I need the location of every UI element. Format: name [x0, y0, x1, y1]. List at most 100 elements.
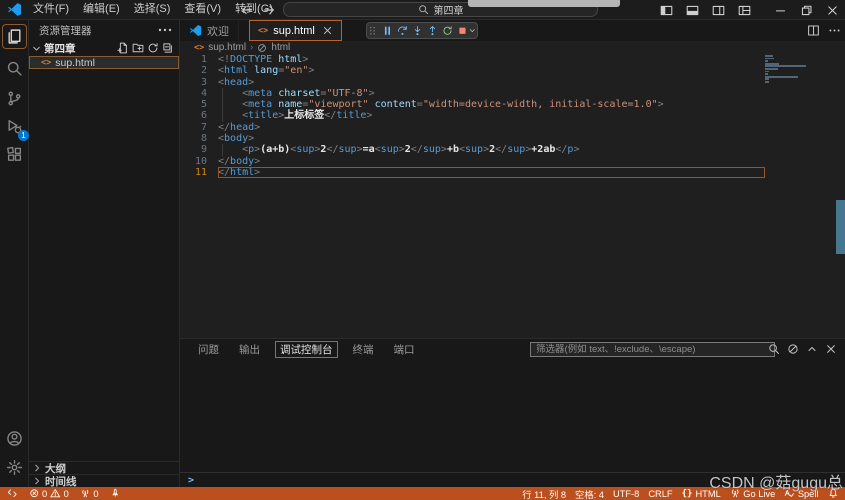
indent-guide: [222, 144, 223, 155]
panel-tab-终端[interactable]: 终端: [348, 341, 379, 358]
collapse-all-icon[interactable]: [162, 42, 174, 54]
eol-indicator[interactable]: CRLF: [648, 489, 672, 499]
code-line[interactable]: 3<head>: [180, 77, 845, 88]
code-line[interactable]: 5 <meta name="viewport" content="width=d…: [180, 99, 845, 110]
explorer-activity-button[interactable]: [2, 24, 27, 49]
pause-icon[interactable]: [382, 25, 393, 37]
maximize-panel-icon[interactable]: [806, 343, 818, 355]
sidebar-section-时间线[interactable]: 时间线: [29, 474, 179, 487]
editor-tab-bar: 欢迎 <>sup.html: [180, 20, 845, 41]
file-item-sup.html[interactable]: <>sup.html: [29, 56, 179, 69]
history-nav: [240, 0, 276, 20]
vscode-logo-icon: [189, 24, 202, 37]
code-line[interactable]: 2<html lang="en">: [180, 65, 845, 76]
problems-indicator[interactable]: 0 0: [29, 488, 69, 499]
chevron-down-icon[interactable]: [468, 26, 477, 35]
code-line[interactable]: 7</head>: [180, 122, 845, 133]
line-number: 11: [180, 167, 218, 178]
customize-layout-button[interactable]: [731, 0, 757, 20]
code-line[interactable]: 8<body>: [180, 133, 845, 144]
step-over-icon[interactable]: [397, 25, 408, 37]
drag-handle-icon[interactable]: [367, 25, 378, 37]
split-editor-icon[interactable]: [807, 24, 820, 37]
warning-icon: [50, 488, 61, 499]
forward-icon[interactable]: [262, 3, 276, 17]
code-line[interactable]: 1<!DOCTYPE html>: [180, 54, 845, 65]
sidebar-header: 资源管理器: [29, 20, 179, 40]
minimap-line: [765, 65, 806, 67]
code-line[interactable]: 11</html>: [180, 167, 845, 178]
minimap[interactable]: [765, 55, 829, 84]
port-count: 0: [93, 489, 98, 499]
code-line[interactable]: 10</body>: [180, 156, 845, 167]
error-count: 0: [42, 489, 47, 499]
layout-sidebar-left-icon: [660, 4, 673, 17]
refresh-icon[interactable]: [147, 42, 159, 54]
layout-sidebar-right-icon: [712, 4, 725, 17]
minimap-line: [765, 60, 768, 62]
step-out-icon[interactable]: [427, 25, 438, 37]
launch-indicator[interactable]: [110, 488, 121, 499]
panel-tab-问题[interactable]: 问题: [193, 341, 224, 358]
chevron-right-icon: [32, 476, 42, 486]
code-editor[interactable]: 1<!DOCTYPE html>2<html lang="en">3<head>…: [180, 54, 845, 338]
source-control-activity-button[interactable]: [2, 86, 27, 111]
code-line[interactable]: 4 <meta charset="UTF-8">: [180, 88, 845, 99]
new-file-icon[interactable]: [117, 42, 129, 54]
restore-button[interactable]: [793, 0, 819, 20]
extensions-activity-button[interactable]: [2, 142, 27, 167]
minimize-button[interactable]: [767, 0, 793, 20]
close-window-button[interactable]: [819, 0, 845, 20]
debug-filter-input[interactable]: [530, 342, 775, 357]
minimap-line: [765, 68, 778, 70]
code-line[interactable]: 6 <title>上标标签</title>: [180, 110, 845, 121]
back-icon[interactable]: [240, 3, 254, 17]
new-folder-icon[interactable]: [132, 42, 144, 54]
sidebar-section-大纲[interactable]: 大纲: [29, 461, 179, 474]
breadcrumb-item[interactable]: sup.html: [208, 42, 246, 53]
breadcrumb-item[interactable]: html: [271, 42, 290, 53]
close-panel-icon[interactable]: [825, 343, 837, 355]
menu-item[interactable]: 文件(F): [26, 0, 76, 19]
restart-icon[interactable]: [442, 25, 453, 37]
tab-欢迎[interactable]: 欢迎: [180, 20, 239, 41]
run-debug-activity-button[interactable]: 1: [2, 114, 27, 139]
search-icon[interactable]: [768, 343, 780, 355]
close-tab-icon[interactable]: [322, 25, 333, 36]
account-button[interactable]: [2, 426, 27, 451]
rocket-icon: [110, 488, 121, 499]
search-icon: [6, 60, 23, 77]
editor-region: 欢迎<>sup.html <>sup.html›html 1<!DOCTYPE …: [180, 20, 845, 487]
toggle-panel-button[interactable]: [679, 0, 705, 20]
minimap-line: [765, 81, 769, 83]
code-text: <head>: [218, 77, 765, 88]
sidebar-title: 资源管理器: [39, 23, 157, 38]
stop-icon[interactable]: [457, 25, 468, 37]
folder-section-header[interactable]: 第四章: [29, 41, 179, 55]
remote-indicator[interactable]: [7, 488, 18, 499]
line-number: 5: [180, 99, 218, 110]
customize-layout-icon: [738, 4, 751, 17]
panel-tab-调试控制台[interactable]: 调试控制台: [275, 341, 338, 358]
menu-item[interactable]: 选择(S): [127, 0, 178, 19]
code-line[interactable]: 9 <p>(a+b)<sup>2</sup>=a<sup>2</sup>+b<s…: [180, 144, 845, 155]
indentation-indicator[interactable]: 空格: 4: [575, 487, 604, 500]
scrollbar-decoration[interactable]: [836, 200, 845, 254]
toggle-secondary-sidebar-button[interactable]: [705, 0, 731, 20]
menu-item[interactable]: 查看(V): [177, 0, 228, 19]
toggle-sidebar-button[interactable]: [653, 0, 679, 20]
more-actions-icon[interactable]: [157, 22, 173, 38]
more-actions-icon[interactable]: [828, 24, 841, 37]
menu-item[interactable]: 编辑(E): [76, 0, 127, 19]
search-activity-button[interactable]: [2, 56, 27, 81]
encoding-indicator[interactable]: UTF-8: [613, 489, 639, 499]
cursor-position[interactable]: 行 11, 列 8: [522, 487, 566, 500]
ports-indicator[interactable]: 0: [80, 488, 99, 499]
panel-tab-端口[interactable]: 端口: [389, 341, 420, 358]
tab-sup.html[interactable]: <>sup.html: [249, 20, 342, 41]
settings-button[interactable]: [2, 455, 27, 480]
clear-console-icon[interactable]: [787, 343, 799, 355]
code-text: <body>: [218, 133, 765, 144]
panel-tab-输出[interactable]: 输出: [234, 341, 265, 358]
step-into-icon[interactable]: [412, 25, 423, 37]
